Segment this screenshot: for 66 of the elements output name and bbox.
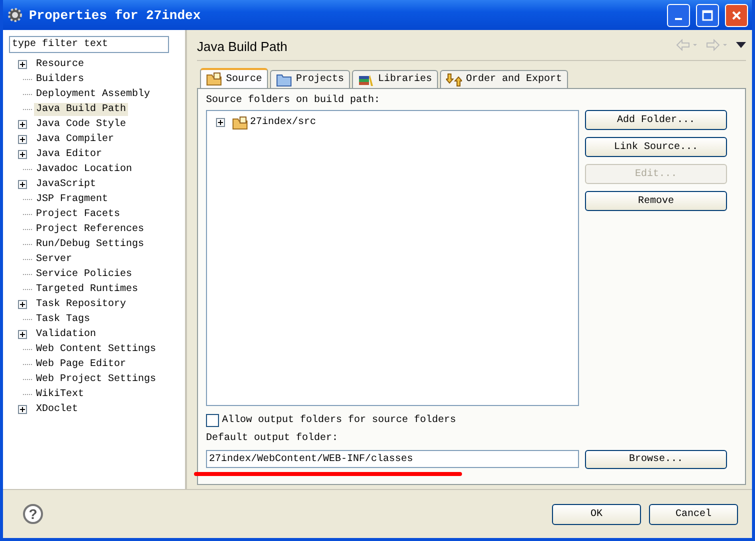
expand-icon[interactable]: [18, 150, 27, 159]
tree-item[interactable]: XDoclet: [34, 403, 80, 416]
tree-item[interactable]: 27index/src: [248, 116, 318, 129]
output-folder-label: Default output folder:: [206, 433, 340, 444]
tree-item[interactable]: Web Project Settings: [34, 373, 158, 386]
checkbox[interactable]: [206, 414, 219, 427]
tree-item[interactable]: Java Build Path: [34, 103, 128, 116]
action-button[interactable]: Add Folder...: [585, 110, 727, 130]
tree-item[interactable]: Java Code Style: [34, 118, 128, 131]
tree-item[interactable]: Javadoc Location: [34, 163, 134, 176]
tree-item[interactable]: Run/Debug Settings: [34, 238, 146, 251]
expand-icon[interactable]: [18, 135, 27, 144]
tree-item[interactable]: Resource: [34, 58, 86, 71]
package-folder-icon: [232, 116, 248, 130]
checkbox-label[interactable]: Allow output folders for source folders: [222, 415, 456, 426]
package-folder-icon: [206, 72, 222, 86]
close-button[interactable]: [725, 4, 748, 26]
tree-item[interactable]: Server: [34, 253, 74, 266]
tab[interactable]: Libraries: [352, 70, 438, 88]
tree-item[interactable]: Java Compiler: [34, 133, 116, 146]
expand-icon[interactable]: [18, 120, 27, 129]
source-folders-label: Source folders on build path:: [206, 95, 382, 106]
tab[interactable]: Order and Export: [440, 70, 568, 88]
help-button[interactable]: ?: [23, 504, 43, 524]
expand-icon[interactable]: [216, 118, 225, 127]
tree-item[interactable]: Project Facets: [34, 208, 122, 221]
action-button[interactable]: Remove: [585, 191, 727, 211]
expand-icon[interactable]: [18, 60, 27, 69]
browse-button[interactable]: Browse...: [585, 450, 727, 469]
filter-field[interactable]: type filter text: [9, 36, 169, 53]
tab[interactable]: Source: [200, 68, 268, 88]
tree-item[interactable]: Project References: [34, 223, 146, 236]
tree-item[interactable]: Deployment Assembly: [34, 88, 152, 101]
dialog-button[interactable]: OK: [552, 504, 641, 524]
maximize-icon: [702, 10, 713, 20]
expand-icon[interactable]: [18, 180, 27, 189]
books-icon: [358, 72, 374, 86]
menu-icon[interactable]: [736, 42, 746, 48]
tab[interactable]: Projects: [270, 70, 350, 88]
tree-item[interactable]: Task Repository: [34, 298, 128, 311]
tree-item[interactable]: JavaScript: [34, 178, 98, 191]
window-title: Properties for 27index: [29, 8, 202, 22]
maximize-button[interactable]: [696, 4, 719, 26]
tree-item[interactable]: WikiText: [34, 388, 86, 401]
dialog-button[interactable]: Cancel: [649, 504, 738, 524]
expand-icon[interactable]: [18, 405, 27, 414]
expand-icon[interactable]: [18, 300, 27, 309]
tree-item[interactable]: Java Editor: [34, 148, 104, 161]
page-title: Java Build Path: [197, 38, 288, 54]
tree-item[interactable]: Builders: [34, 73, 86, 86]
tree-item[interactable]: Task Tags: [34, 313, 92, 326]
tree-item[interactable]: Web Page Editor: [34, 358, 128, 371]
minimize-icon: [675, 18, 682, 20]
minimize-button[interactable]: [667, 4, 690, 26]
source-folder-tree[interactable]: 27index/src: [206, 110, 579, 406]
tree-item[interactable]: Web Content Settings: [34, 343, 158, 356]
close-icon: [731, 10, 742, 20]
gear-icon: [7, 7, 23, 23]
tree-item[interactable]: Validation: [34, 328, 98, 341]
action-button[interactable]: Link Source...: [585, 137, 727, 157]
expand-icon[interactable]: [18, 330, 27, 339]
tree-item[interactable]: Service Policies: [34, 268, 134, 281]
tree-item[interactable]: JSP Fragment: [34, 193, 110, 206]
tree-item[interactable]: Targeted Runtimes: [34, 283, 140, 296]
up-down-arrows-icon: [446, 72, 462, 86]
output-folder-field[interactable]: 27index/WebContent/WEB-INF/classes: [206, 450, 579, 468]
